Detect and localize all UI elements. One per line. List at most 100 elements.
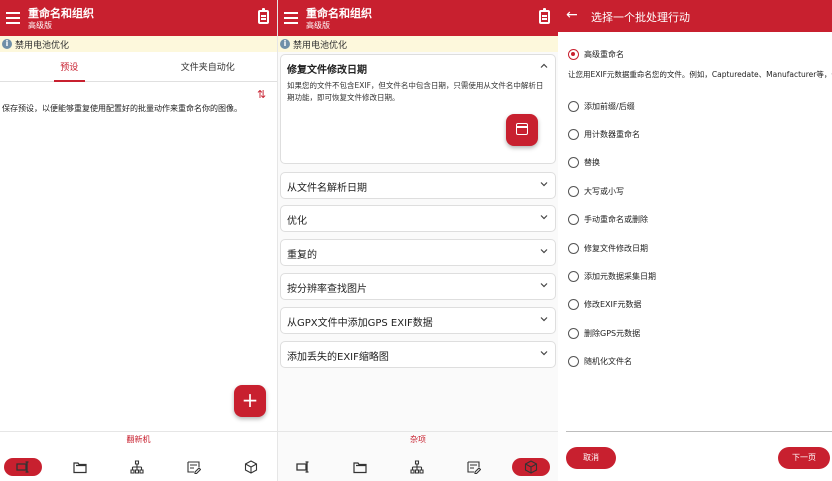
option-label: 修复文件修改日期 [584,244,648,253]
card-title: 添加丢失的EXIF缩略图 [287,352,389,363]
option-label: 用计数器重命名 [584,130,640,139]
nav-folder[interactable] [61,458,99,476]
card-title: 重复的 [287,250,317,261]
chevron-down-icon [540,351,548,356]
menu-icon[interactable] [284,9,298,27]
option-label: 删除GPS元数据 [584,329,641,338]
radio-button[interactable] [568,328,579,339]
option-label: 随机化文件名 [584,357,632,366]
bottom-navigation [278,452,558,481]
card-title: 按分辨率查找图片 [287,284,367,295]
info-icon: i [2,39,12,49]
banner-text: 禁用电池优化 [15,41,70,51]
nav-hierarchy[interactable] [118,458,156,476]
divider [566,431,832,432]
hierarchy-icon [410,460,424,474]
radio-button[interactable] [568,214,579,225]
back-arrow-icon[interactable]: ← [566,7,578,23]
radio-button[interactable] [568,157,579,168]
card-parse-date[interactable]: 从文件名解析日期 [280,172,556,199]
nav-batch-edit[interactable] [455,458,493,476]
clipboard-icon[interactable] [258,8,269,24]
option-label: 修改EXIF元数据 [584,300,642,309]
batch-action-screen: ← 选择一个批处理行动 高级重命名 让您用EXIF元数据重命名您的文件。例如，C… [558,0,832,481]
chevron-down-icon [540,182,548,187]
app-title: 重命名和组织 [306,7,372,20]
nav-hierarchy[interactable] [398,458,436,476]
nav-misc[interactable] [232,458,270,476]
chevron-down-icon [540,215,548,220]
nav-folder[interactable] [341,458,379,476]
option-description: 让您用EXIF元数据重命名您的文件。例如，Capturedate、Manufac… [568,70,832,79]
top-app-bar: ← 选择一个批处理行动 [558,0,832,32]
top-app-bar: 重命名和组织 高级版 [278,0,558,36]
chevron-down-icon [540,283,548,288]
card-fix-modified-date[interactable]: 修复文件修改日期 如果您的文件不包含EXIF，但文件名中包含日期，只需使用从文件… [280,54,556,164]
card-optimize[interactable]: 优化 [280,205,556,232]
radio-button[interactable] [568,356,579,367]
nav-misc[interactable] [512,458,550,476]
batch-edit-icon [467,461,481,474]
run-fix-date-button[interactable] [506,114,538,146]
radio-button[interactable] [568,271,579,282]
batch-edit-icon [187,461,201,474]
folder-icon [353,462,367,474]
rename-icon [296,461,309,473]
app-subtitle: 高级版 [306,21,330,30]
app-title: 重命名和组织 [28,7,94,20]
bottom-navigation [0,452,277,481]
misc-screen: 重命名和组织 高级版 i 禁用电池优化 修复文件修改日期 如果您的文件不包含EX… [278,0,558,481]
tab-folder-automation[interactable]: 文件夹自动化 [139,56,278,82]
radio-button[interactable] [568,299,579,310]
chevron-down-icon [540,249,548,254]
nav-rename[interactable] [4,458,42,476]
card-title: 从GPX文件中添加GPS EXIF数据 [287,318,433,329]
next-button[interactable]: 下一页 [778,447,830,469]
option-label: 替换 [584,158,600,167]
card-title: 优化 [287,216,307,227]
radio-button[interactable] [568,129,579,140]
folder-icon [73,462,87,474]
card-title: 从文件名解析日期 [287,183,367,194]
option-label: 添加元数据采集日期 [584,272,656,281]
sort-icon[interactable]: ⇅ [257,89,271,101]
radio-button[interactable] [568,243,579,254]
info-icon: i [280,39,290,49]
page-title: 选择一个批处理行动 [591,11,690,24]
hierarchy-icon [130,460,144,474]
option-label: 高级重命名 [584,50,624,59]
chevron-up-icon[interactable] [540,62,548,70]
card-title: 修复文件修改日期 [287,65,367,76]
top-app-bar: 重命名和组织 高级版 [0,0,277,36]
menu-icon[interactable] [6,9,20,27]
calendar-icon [516,123,528,135]
app-subtitle: 高级版 [28,21,52,30]
option-label: 添加前缀/后缀 [584,102,635,111]
radio-button[interactable] [568,186,579,197]
nav-rename[interactable] [284,458,322,476]
tab-presets[interactable]: 预设 [0,56,139,82]
cancel-button[interactable]: 取消 [566,447,616,469]
card-duplicates[interactable]: 重复的 [280,239,556,266]
presets-screen: 重命名和组织 高级版 i 禁用电池优化 预设 文件夹自动化 ⇅ 保存预设，以便能… [0,0,278,481]
battery-optimization-banner[interactable]: i 禁用电池优化 [0,36,277,52]
rename-icon [16,461,29,473]
card-add-gps-from-gpx[interactable]: 从GPX文件中添加GPS EXIF数据 [280,307,556,334]
battery-optimization-banner[interactable]: i 禁用电池优化 [278,36,558,52]
cube-icon [524,460,538,474]
option-label: 手动重命名或删除 [584,215,648,224]
section-label: 杂项 [278,431,558,444]
option-label: 大写或小写 [584,187,624,196]
radio-button[interactable] [568,101,579,112]
banner-text: 禁用电池优化 [293,41,348,51]
card-add-missing-thumbnail[interactable]: 添加丢失的EXIF缩略图 [280,341,556,368]
card-find-by-resolution[interactable]: 按分辨率查找图片 [280,273,556,300]
cube-icon [244,460,258,474]
section-label: 翻新机 [0,431,277,444]
clipboard-icon[interactable] [539,8,550,24]
radio-selected[interactable] [568,49,579,60]
presets-description: 保存预设，以便能够重复使用配置好的批量动作来重命名你的图像。 [2,104,242,113]
tab-bar: 预设 文件夹自动化 [0,56,277,82]
nav-batch-edit[interactable] [175,458,213,476]
add-preset-button[interactable]: + [234,385,266,417]
